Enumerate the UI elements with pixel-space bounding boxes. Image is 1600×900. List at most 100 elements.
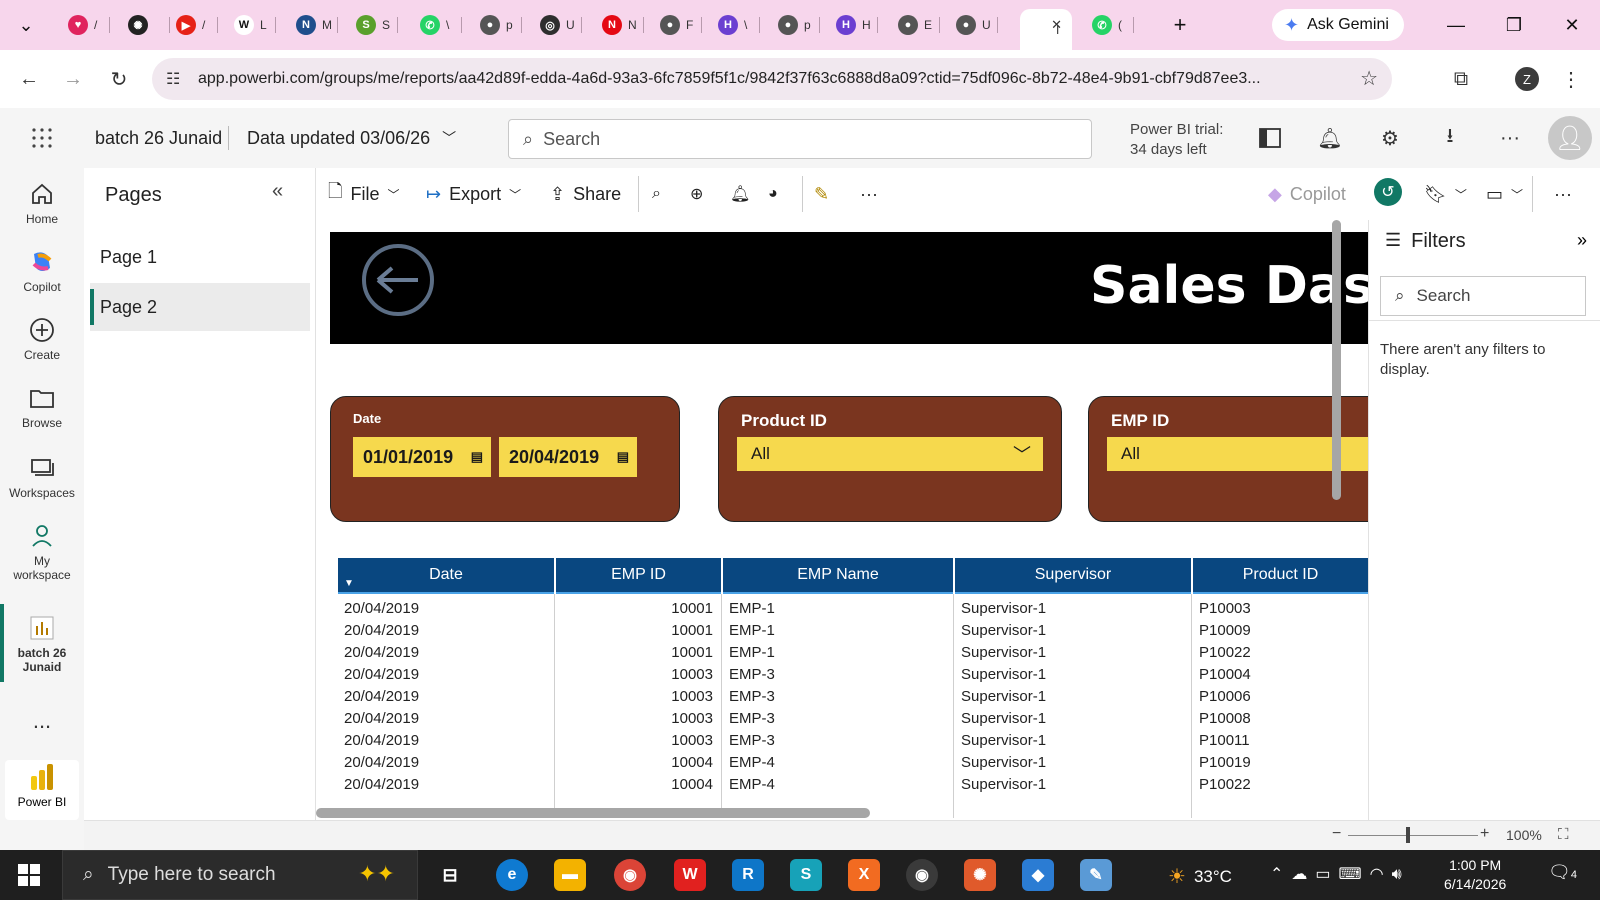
chrome-profile-icon[interactable]: ◉: [906, 859, 938, 891]
nav-more-icon[interactable]: ...: [0, 708, 84, 734]
user-avatar-icon[interactable]: 👤︎: [1548, 116, 1592, 160]
table-row[interactable]: 20/04/2019 10001 EMP-1 Supervisor-1 P10003: [338, 598, 1368, 620]
close-tab-icon[interactable]: ✕: [1051, 17, 1062, 33]
vertical-scrollbar[interactable]: [1332, 220, 1341, 500]
file-menu-button[interactable]: 🗋︎ File ﹀: [328, 180, 400, 208]
nav-browse[interactable]: Browse: [0, 384, 84, 430]
browser-tab[interactable]: ● U: [946, 9, 998, 41]
metrics-gauge-icon[interactable]: ◕: [768, 180, 778, 208]
column-header[interactable]: EMP Name: [723, 558, 953, 594]
table-row[interactable]: 20/04/2019 10003 EMP-3 Supervisor-1 P10006: [338, 686, 1368, 708]
fit-to-page-icon[interactable]: ⛶: [1558, 826, 1569, 843]
bookmark-icon[interactable]: 🔖︎ ﹀: [1424, 180, 1467, 208]
extensions-icon[interactable]: ⧉: [1444, 62, 1478, 96]
file-explorer-icon[interactable]: ▬: [554, 859, 586, 891]
zoom-out-icon[interactable]: −: [1332, 825, 1341, 843]
pane-toggle-icon[interactable]: [1254, 122, 1286, 154]
download-icon[interactable]: ⭳: [1434, 122, 1466, 154]
minimize-icon[interactable]: —: [1436, 10, 1476, 40]
zoom-slider-thumb[interactable]: [1406, 827, 1410, 843]
forward-arrow-icon[interactable]: →: [56, 62, 90, 96]
browser-tab[interactable]: H \: [708, 9, 760, 41]
nav-create[interactable]: Create: [0, 316, 84, 362]
binoculars-icon[interactable]: ⌕: [652, 180, 661, 208]
table-row[interactable]: 20/04/2019 10001 EMP-1 Supervisor-1 P10009: [338, 620, 1368, 642]
table-row[interactable]: 20/04/2019 10003 EMP-3 Supervisor-1 P10011: [338, 730, 1368, 752]
column-header[interactable]: Product ID: [1193, 558, 1368, 594]
browser-tab[interactable]: ✺: [118, 9, 170, 41]
view-layout-icon[interactable]: ▭ ﹀: [1486, 180, 1523, 208]
table-row[interactable]: 20/04/2019 10004 EMP-4 Supervisor-1 P10022: [338, 774, 1368, 796]
notepad-icon[interactable]: ✎: [1080, 859, 1112, 891]
nav-workspaces[interactable]: Workspaces: [0, 454, 84, 500]
end-date-input[interactable]: 20/04/2019 ▤: [499, 437, 637, 477]
comment-add-icon[interactable]: ⊕: [690, 180, 703, 208]
reset-icon[interactable]: ↺: [1374, 178, 1402, 206]
system-tray-icons[interactable]: ⌃☁▭⌨◠🔊︎: [1270, 864, 1410, 884]
tab-search-chevron-icon[interactable]: ⌄: [6, 10, 46, 40]
back-arrow-icon[interactable]: [356, 238, 440, 322]
notifications-icon[interactable]: 🗨︎4: [1548, 862, 1577, 883]
browser-tab[interactable]: ● p: [768, 9, 820, 41]
workspace-name[interactable]: batch 26 Junaid: [95, 128, 222, 149]
copilot-button[interactable]: ◆ Copilot: [1268, 180, 1346, 208]
calendar-icon[interactable]: ▤: [617, 449, 629, 465]
chrome-icon[interactable]: ◉: [614, 859, 646, 891]
browser-tab[interactable]: ✆(: [1082, 9, 1134, 41]
start-date-input[interactable]: 01/01/2019 ▤: [353, 437, 491, 477]
edge-icon[interactable]: e: [496, 859, 528, 891]
profile-avatar[interactable]: Z: [1510, 62, 1544, 96]
column-header[interactable]: Date: [338, 558, 554, 594]
clock[interactable]: 1:00 PM 6/14/2026: [1444, 856, 1506, 894]
table-row[interactable]: 20/04/2019 10004 EMP-4 Supervisor-1 P10019: [338, 752, 1368, 774]
page-tab-1[interactable]: Page 1: [100, 234, 304, 280]
omnibox[interactable]: ☷ app.powerbi.com/groups/me/reports/aa42…: [152, 58, 1392, 100]
browser-tab[interactable]: WL: [224, 9, 276, 41]
zoom-slider-track[interactable]: [1348, 835, 1478, 836]
browser-tab[interactable]: HH: [826, 9, 878, 41]
nav-copilot[interactable]: Copilot: [0, 248, 84, 294]
edit-pencil-icon[interactable]: ✎: [814, 180, 829, 208]
r-app-icon[interactable]: R: [732, 859, 764, 891]
share-button[interactable]: ⇪ Share: [550, 180, 621, 208]
browser-tab[interactable]: ♥ /: [58, 9, 110, 41]
close-window-icon[interactable]: ✕: [1552, 10, 1592, 40]
browser-tab[interactable]: SS: [346, 9, 398, 41]
page-tab-2[interactable]: Page 2: [90, 283, 310, 331]
powerbi-app-tile[interactable]: Power BI: [5, 760, 79, 820]
wps-icon[interactable]: W: [674, 859, 706, 891]
back-arrow-icon[interactable]: ←: [12, 62, 46, 96]
reload-icon[interactable]: ↻: [102, 62, 136, 96]
data-updated-dropdown[interactable]: Data updated 03/06/26 ﹀: [247, 128, 456, 149]
filters-search-input[interactable]: ⌕ Search: [1380, 276, 1586, 316]
browser-tab[interactable]: ◎ U: [530, 9, 582, 41]
nav-batch-workspace[interactable]: batch 26 Junaid: [0, 614, 84, 674]
browser-tab[interactable]: ● F: [650, 9, 702, 41]
nav-my-workspace[interactable]: My workspace: [0, 522, 84, 582]
browser-tab[interactable]: NN: [592, 9, 644, 41]
browser-tab[interactable]: I ✕: [1020, 9, 1072, 50]
taskbar-search[interactable]: ⌕ Type here to search ✦✦: [62, 850, 418, 900]
browser-tab[interactable]: ● p: [470, 9, 522, 41]
collapse-pages-icon[interactable]: «: [272, 180, 283, 203]
zoom-in-icon[interactable]: +: [1480, 825, 1489, 843]
more-options-icon[interactable]: ···: [860, 180, 878, 208]
horizontal-scrollbar[interactable]: [316, 808, 870, 818]
export-menu-button[interactable]: ↦ Export ﹀: [426, 180, 521, 208]
collapse-filters-icon[interactable]: »: [1577, 230, 1587, 251]
windows-start-icon[interactable]: [18, 864, 40, 891]
settings-gear-icon[interactable]: ⚙: [1374, 122, 1406, 154]
nav-home[interactable]: Home: [0, 180, 84, 226]
alert-bell-icon[interactable]: 🔔︎: [730, 180, 750, 208]
ask-gemini-button[interactable]: ✦ Ask Gemini: [1272, 9, 1404, 41]
table-row[interactable]: 20/04/2019 10001 EMP-1 Supervisor-1 P10022: [338, 642, 1368, 664]
restore-icon[interactable]: ❐: [1494, 10, 1534, 40]
trial-status[interactable]: Power BI trial: 34 days left: [1130, 120, 1223, 160]
browser-tab[interactable]: ● E: [888, 9, 940, 41]
url-text[interactable]: app.powerbi.com/groups/me/reports/aa42d8…: [198, 70, 1348, 88]
column-header[interactable]: EMP ID: [556, 558, 721, 594]
global-search-input[interactable]: ⌕ Search: [508, 119, 1092, 159]
product-id-dropdown[interactable]: All ﹀: [737, 437, 1043, 471]
browser-menu-icon[interactable]: ⋮: [1554, 62, 1588, 96]
xampp-icon[interactable]: X: [848, 859, 880, 891]
